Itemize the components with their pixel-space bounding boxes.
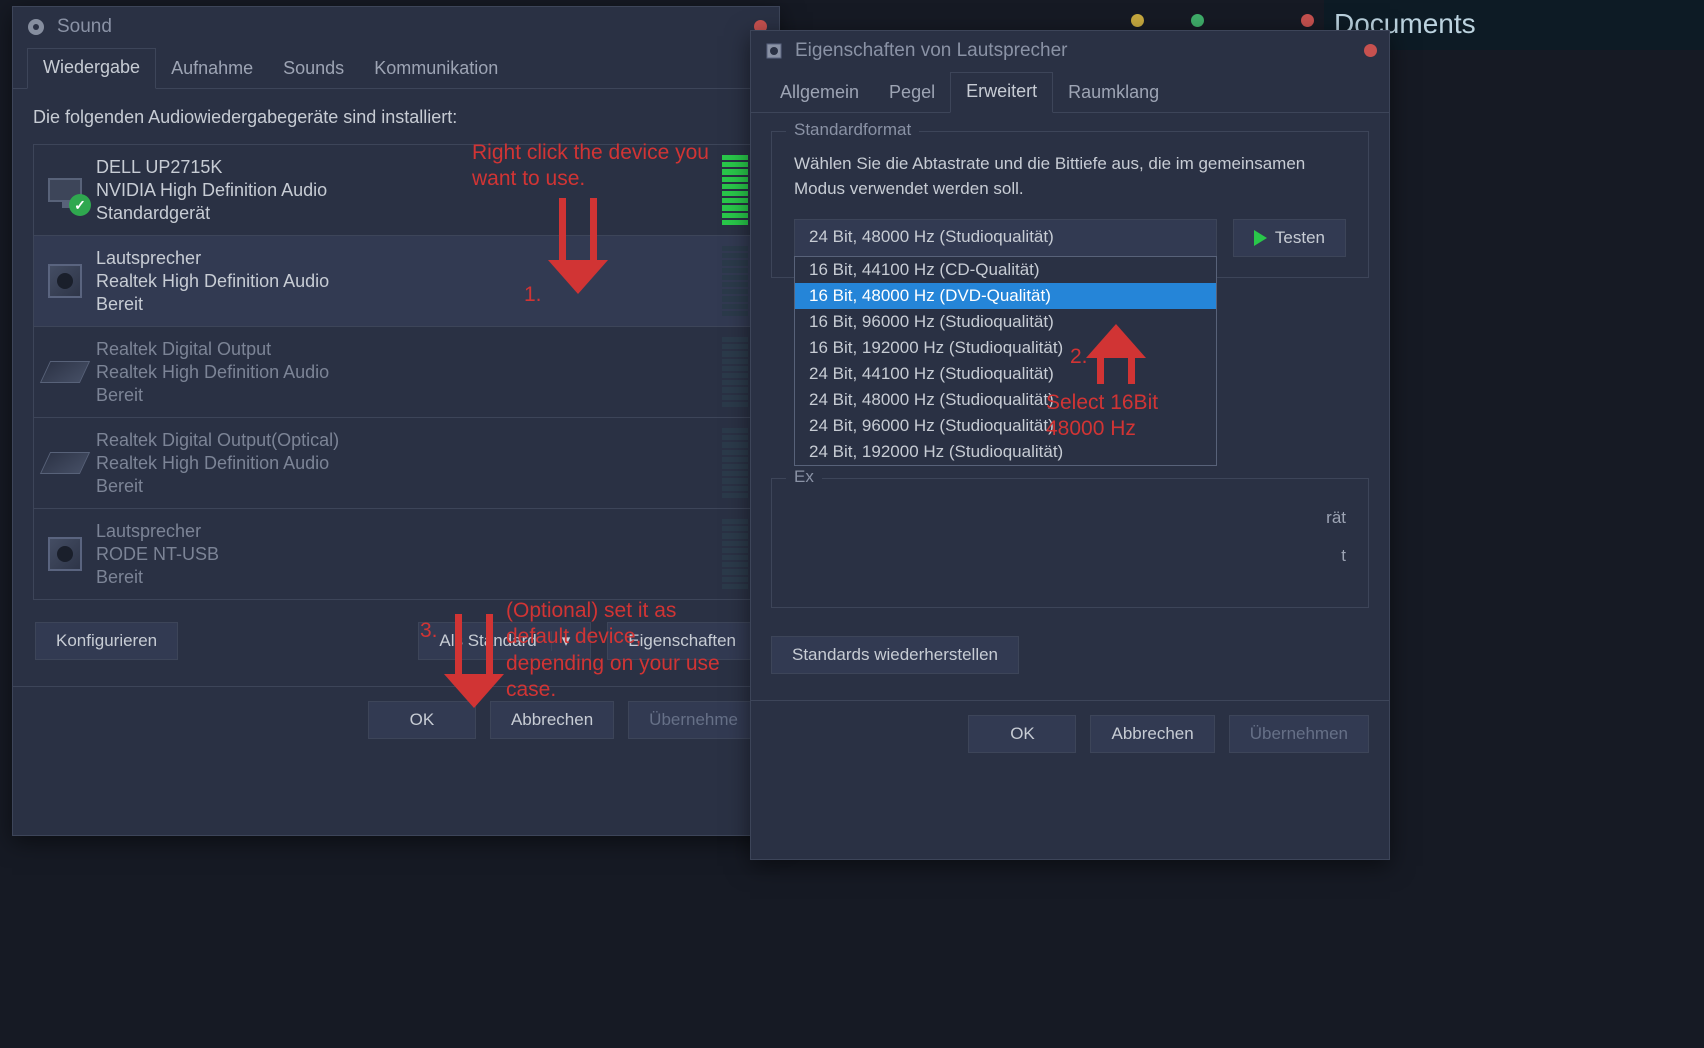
devices-description: Die folgenden Audiowiedergabegeräte sind… bbox=[33, 107, 759, 128]
device-texts: LautsprecherRealtek High Definition Audi… bbox=[96, 248, 714, 315]
standard-format-legend: Standardformat bbox=[786, 120, 919, 140]
exclusive-fieldset: Ex rät t bbox=[771, 478, 1369, 608]
exclusive-legend: Ex bbox=[786, 467, 822, 487]
format-select[interactable]: 24 Bit, 48000 Hz (Studioqualität) 16 Bit… bbox=[794, 219, 1217, 257]
apply-button[interactable]: Übernehmen bbox=[1229, 715, 1369, 753]
format-option[interactable]: 16 Bit, 48000 Hz (DVD-Qualität) bbox=[795, 283, 1216, 309]
device-driver: Realtek High Definition Audio bbox=[96, 362, 714, 383]
device-texts: Realtek Digital Output(Optical)Realtek H… bbox=[96, 430, 714, 497]
format-option[interactable]: 16 Bit, 44100 Hz (CD-Qualität) bbox=[795, 257, 1216, 283]
device-texts: Realtek Digital OutputRealtek High Defin… bbox=[96, 339, 714, 406]
device-name: DELL UP2715K bbox=[96, 157, 714, 178]
tab-wiedergabe[interactable]: Wiedergabe bbox=[27, 48, 156, 89]
hdmi-icon bbox=[44, 351, 86, 393]
device-row[interactable]: Realtek Digital OutputRealtek High Defin… bbox=[34, 327, 758, 418]
window-dot bbox=[1191, 14, 1204, 27]
monitor-icon: ✓ bbox=[44, 169, 86, 211]
configure-button[interactable]: Konfigurieren bbox=[35, 622, 178, 660]
window-dot bbox=[1301, 14, 1314, 27]
apply-button[interactable]: Übernehme bbox=[628, 701, 759, 739]
device-texts: DELL UP2715KNVIDIA High Definition Audio… bbox=[96, 157, 714, 224]
set-default-button[interactable]: Als Standard ▾ bbox=[418, 622, 591, 660]
device-name: Lautsprecher bbox=[96, 248, 714, 269]
device-status: Bereit bbox=[96, 294, 714, 315]
vu-meter bbox=[722, 428, 748, 498]
format-option[interactable]: 24 Bit, 44100 Hz (Studioqualität) bbox=[795, 361, 1216, 387]
props-tabs: AllgemeinPegelErweitertRaumklang bbox=[751, 71, 1389, 113]
window-dot bbox=[1131, 14, 1144, 27]
device-driver: RODE NT-USB bbox=[96, 544, 714, 565]
properties-window: Eigenschaften von Lautsprecher Allgemein… bbox=[750, 30, 1390, 860]
standard-format-desc: Wählen Sie die Abtastrate und die Bittie… bbox=[794, 152, 1346, 201]
ok-button[interactable]: OK bbox=[368, 701, 476, 739]
tab-kommunikation[interactable]: Kommunikation bbox=[359, 50, 513, 89]
close-icon[interactable] bbox=[1364, 44, 1377, 57]
check-icon: ✓ bbox=[69, 194, 91, 216]
tab-aufnahme[interactable]: Aufnahme bbox=[156, 50, 268, 89]
chevron-down-icon[interactable]: ▾ bbox=[551, 631, 571, 651]
vu-meter bbox=[722, 519, 748, 589]
cancel-button[interactable]: Abbrechen bbox=[1090, 715, 1214, 753]
device-name: Realtek Digital Output(Optical) bbox=[96, 430, 714, 451]
test-button[interactable]: Testen bbox=[1233, 219, 1346, 257]
test-label: Testen bbox=[1275, 228, 1325, 248]
format-option[interactable]: 16 Bit, 96000 Hz (Studioqualität) bbox=[795, 309, 1216, 335]
device-driver: NVIDIA High Definition Audio bbox=[96, 180, 714, 201]
format-option[interactable]: 16 Bit, 192000 Hz (Studioqualität) bbox=[795, 335, 1216, 361]
sound-titlebar[interactable]: Sound bbox=[13, 7, 779, 47]
format-dropdown: 16 Bit, 44100 Hz (CD-Qualität)16 Bit, 48… bbox=[794, 256, 1217, 466]
cancel-button[interactable]: Abbrechen bbox=[490, 701, 614, 739]
sound-icon bbox=[27, 18, 45, 36]
tab-sounds[interactable]: Sounds bbox=[268, 50, 359, 89]
speaker-icon bbox=[44, 260, 86, 302]
device-status: Bereit bbox=[96, 385, 714, 406]
standard-format-fieldset: Standardformat Wählen Sie die Abtastrate… bbox=[771, 131, 1369, 278]
device-row[interactable]: Realtek Digital Output(Optical)Realtek H… bbox=[34, 418, 758, 509]
format-select-value: 24 Bit, 48000 Hz (Studioqualität) bbox=[809, 227, 1054, 246]
exclusive-text2: t bbox=[794, 537, 1346, 574]
device-row[interactable]: ✓DELL UP2715KNVIDIA High Definition Audi… bbox=[34, 145, 758, 236]
format-option[interactable]: 24 Bit, 96000 Hz (Studioqualität) bbox=[795, 413, 1216, 439]
device-row[interactable]: LautsprecherRODE NT-USBBereit bbox=[34, 509, 758, 599]
sound-window: Sound WiedergabeAufnahmeSoundsKommunikat… bbox=[12, 6, 780, 836]
format-option[interactable]: 24 Bit, 192000 Hz (Studioqualität) bbox=[795, 439, 1216, 465]
properties-button[interactable]: Eigenschaften bbox=[607, 622, 757, 660]
device-name: Realtek Digital Output bbox=[96, 339, 714, 360]
device-list: ✓DELL UP2715KNVIDIA High Definition Audi… bbox=[33, 144, 759, 600]
props-title: Eigenschaften von Lautsprecher bbox=[795, 40, 1068, 62]
props-titlebar[interactable]: Eigenschaften von Lautsprecher bbox=[751, 31, 1389, 71]
ok-button[interactable]: OK bbox=[968, 715, 1076, 753]
tab-erweitert[interactable]: Erweitert bbox=[950, 72, 1053, 113]
device-status: Bereit bbox=[96, 476, 714, 497]
device-status: Bereit bbox=[96, 567, 714, 588]
vu-meter bbox=[722, 246, 748, 316]
play-icon bbox=[1254, 230, 1267, 246]
exclusive-text1: rät bbox=[794, 499, 1346, 536]
hdmi-icon bbox=[44, 442, 86, 484]
device-name: Lautsprecher bbox=[96, 521, 714, 542]
restore-defaults-button[interactable]: Standards wiederherstellen bbox=[771, 636, 1019, 674]
tab-pegel[interactable]: Pegel bbox=[874, 74, 950, 113]
device-row[interactable]: LautsprecherRealtek High Definition Audi… bbox=[34, 236, 758, 327]
sound-tabs: WiedergabeAufnahmeSoundsKommunikation bbox=[13, 47, 779, 89]
vu-meter bbox=[722, 337, 748, 407]
set-default-label: Als Standard bbox=[439, 631, 536, 651]
device-driver: Realtek High Definition Audio bbox=[96, 271, 714, 292]
speaker-icon bbox=[765, 42, 783, 60]
tab-allgemein[interactable]: Allgemein bbox=[765, 74, 874, 113]
format-option[interactable]: 24 Bit, 48000 Hz (Studioqualität) bbox=[795, 387, 1216, 413]
vu-meter bbox=[722, 155, 748, 225]
tab-raumklang[interactable]: Raumklang bbox=[1053, 74, 1174, 113]
device-driver: Realtek High Definition Audio bbox=[96, 453, 714, 474]
device-status: Standardgerät bbox=[96, 203, 714, 224]
speaker-icon bbox=[44, 533, 86, 575]
sound-title: Sound bbox=[57, 16, 112, 38]
device-texts: LautsprecherRODE NT-USBBereit bbox=[96, 521, 714, 588]
